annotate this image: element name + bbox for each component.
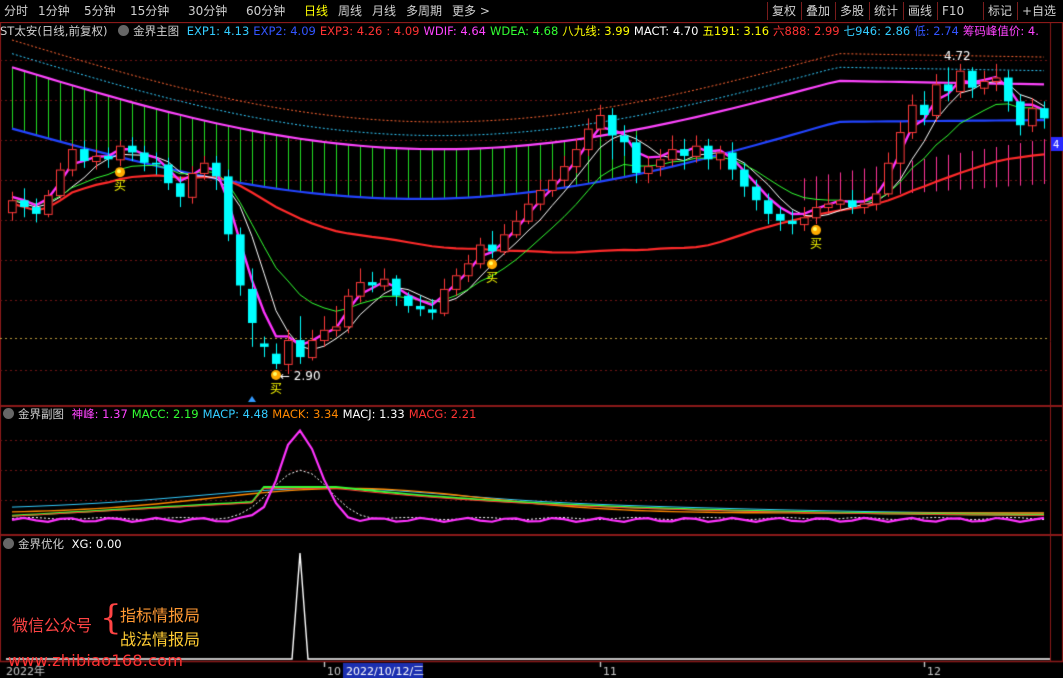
legend-field-0: EXP1: 4.13 xyxy=(186,24,250,38)
legend-field-7: MACT: 4.70 xyxy=(633,24,699,38)
legend-field-11: 低: 2.74 xyxy=(914,24,959,38)
legend-field-12: 筹码峰值价: 4. xyxy=(962,24,1039,38)
legend-field-0: XG: 0.00 xyxy=(71,537,122,551)
legend-field-3: : 4.09 xyxy=(386,24,420,38)
legend-field-3: MACK: 3.34 xyxy=(272,407,339,421)
period-tab-7[interactable]: 周线 xyxy=(338,3,362,19)
stock-chart-canvas[interactable] xyxy=(0,0,1063,678)
period-tab-3[interactable]: 15分钟 xyxy=(130,3,169,19)
legend-field-6: 八九线: 3.99 xyxy=(562,24,630,38)
legend-field-10: 七946: 2.86 xyxy=(843,24,911,38)
legend-field-5: WDEA: 4.68 xyxy=(489,24,559,38)
period-tab-9[interactable]: 多周期 xyxy=(406,3,442,19)
main-indicator-legend: ST太安(日线,前复权) 金界主图 EXP1: 4.13 EXP2: 4.09 EX… xyxy=(0,23,1047,39)
legend-field-5: MACG: 2.21 xyxy=(408,407,477,421)
period-tab-5[interactable]: 60分钟 xyxy=(246,3,285,19)
wechat-label: 微信公众号 xyxy=(12,616,93,635)
watermark-line1: 指标情报局 xyxy=(120,606,201,625)
toolbar-action-6[interactable]: 标记 xyxy=(988,3,1012,19)
toolbar-separator xyxy=(1017,2,1018,20)
toolbar-action-3[interactable]: 统计 xyxy=(874,3,898,19)
toolbar-action-7[interactable]: +自选 xyxy=(1022,3,1056,19)
legend-field-1: EXP2: 4.09 xyxy=(253,24,316,38)
legend-field-1: MACC: 2.19 xyxy=(131,407,199,421)
stock-title: ST太安(日线,前复权) xyxy=(0,24,108,38)
toolbar-separator xyxy=(767,2,768,20)
toolbar-separator xyxy=(983,2,984,20)
period-tab-2[interactable]: 5分钟 xyxy=(84,3,116,19)
legend-field-4: MACJ: 1.33 xyxy=(342,407,405,421)
period-tab-4[interactable]: 30分钟 xyxy=(188,3,227,19)
opt-indicator-name[interactable]: 金界优化 xyxy=(18,537,64,551)
toolbar-action-1[interactable]: 叠加 xyxy=(806,3,830,19)
period-toolbar: 分时 1分钟 5分钟 15分钟 30分钟 60分钟 日线 周线 月线 多周期 更多 > +自选 标记 F1… xyxy=(0,0,1063,23)
legend-field-2: EXP3: 4.26 xyxy=(319,24,383,38)
main-indicator-name[interactable]: 金界主图 xyxy=(133,24,179,38)
toolbar-action-4[interactable]: 画线 xyxy=(908,3,932,19)
watermark-line2: 战法情报局 xyxy=(120,630,201,649)
legend-field-4: WDIF: 4.64 xyxy=(423,24,486,38)
opt-indicator-legend: 金界优化 XG: 0.00 xyxy=(0,536,130,552)
period-tab-1[interactable]: 1分钟 xyxy=(38,3,70,19)
legend-field-8: 五191: 3.16 xyxy=(702,24,770,38)
legend-field-9: 六888: 2.99 xyxy=(773,24,840,38)
period-tab-10[interactable]: 更多 > xyxy=(452,3,490,19)
settings-gear-icon[interactable] xyxy=(3,408,14,419)
toolbar-action-5[interactable]: F10 xyxy=(942,3,964,19)
settings-gear-icon[interactable] xyxy=(3,538,14,549)
toolbar-separator xyxy=(835,2,836,20)
toolbar-separator xyxy=(801,2,802,20)
toolbar-separator xyxy=(937,2,938,20)
watermark-url: www.zhibiao168.com xyxy=(8,651,184,670)
period-tab-0[interactable]: 分时 xyxy=(4,3,28,19)
settings-gear-icon[interactable] xyxy=(118,25,130,36)
sub-indicator-name[interactable]: 金界副图 xyxy=(18,407,64,421)
toolbar-action-2[interactable]: 多股 xyxy=(840,3,864,19)
period-tab-8[interactable]: 月线 xyxy=(372,3,396,19)
toolbar-separator xyxy=(869,2,870,20)
brace-symbol: { xyxy=(100,598,122,638)
toolbar-action-0[interactable]: 复权 xyxy=(772,3,796,19)
sub-indicator-legend: 金界副图 神峰: 1.37 MACC: 2.19 MACP: 4.48 MACK: 3… xyxy=(0,406,484,422)
period-tab-6[interactable]: 日线 xyxy=(304,3,328,19)
legend-field-2: MACP: 4.48 xyxy=(202,407,269,421)
toolbar-separator xyxy=(903,2,904,20)
legend-field-0: 神峰: 1.37 xyxy=(71,407,128,421)
